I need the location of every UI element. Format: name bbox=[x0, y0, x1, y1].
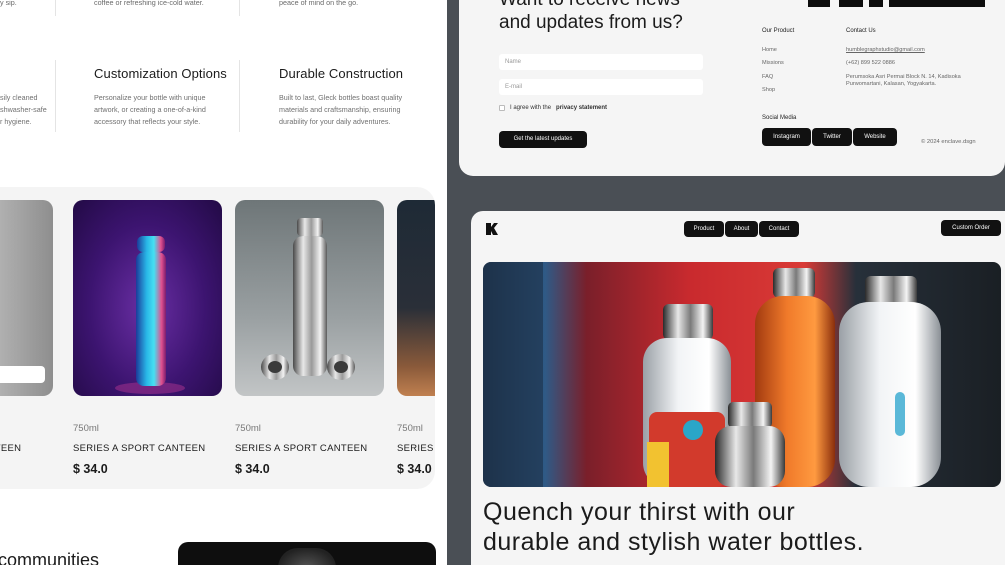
feature-desc-line: artwork, or creating a one-of-a-kind bbox=[94, 105, 206, 114]
community-image bbox=[178, 542, 436, 565]
contact-phone: (+62) 899 522 0886 bbox=[846, 60, 895, 66]
product-name: SERIES A bbox=[397, 443, 435, 454]
product-card[interactable]: t ANTEEN bbox=[0, 200, 53, 454]
tagline-line: Quench your thirst with our bbox=[483, 498, 796, 526]
website-button[interactable]: Website bbox=[853, 128, 897, 146]
product-card[interactable]: 750ml SERIES A SPORT CANTEEN $ 34.0 bbox=[235, 200, 384, 476]
privacy-link[interactable]: privacy statement bbox=[556, 105, 607, 111]
contact-address-line: Perumsoka Asri Permai Block N. 14, Kadis… bbox=[846, 74, 961, 80]
name-input[interactable]: Name bbox=[499, 54, 703, 70]
product-price: $ 34.0 bbox=[73, 462, 108, 476]
product-name: SERIES A SPORT CANTEEN bbox=[235, 443, 368, 454]
hero-page-panel: Product About Contact Custom Order Quenc… bbox=[471, 211, 1005, 565]
tagline-line: durable and stylish water bottles. bbox=[483, 528, 865, 556]
feature-desc-line: materials and craftsmanship, ensuring bbox=[279, 105, 401, 114]
feature-desc-2: Personalize your bottle with unique artw… bbox=[94, 92, 244, 128]
hero-bottles-image bbox=[483, 262, 1001, 487]
feature-desc-3: Built to last, Gleck bottles boast quali… bbox=[279, 92, 439, 128]
feature-desc-line: Built to last, Gleck bottles boast quali… bbox=[279, 93, 403, 102]
footer-wordmark-fragment bbox=[808, 0, 830, 7]
email-placeholder: E-mail bbox=[505, 84, 523, 90]
features-page-panel: y sip. coffee or refreshing ice-cold wat… bbox=[0, 0, 447, 565]
feature-desc-line: Personalize your bottle with unique bbox=[94, 93, 206, 102]
feature-desc-line: accessory that reflects your style. bbox=[94, 117, 201, 126]
contact-heading: Contact Us bbox=[846, 28, 876, 34]
product-price: $ 34.0 bbox=[235, 462, 270, 476]
email-input[interactable]: E-mail bbox=[499, 79, 703, 95]
product-image: t bbox=[0, 200, 53, 396]
card-action-button[interactable]: t bbox=[0, 366, 45, 383]
footer-link-shop[interactable]: Shop bbox=[762, 87, 775, 93]
feature-desc-line: durability for your daily adventures. bbox=[279, 117, 391, 126]
newsletter-footer-panel: Want to receive news and updates from us… bbox=[459, 0, 1005, 176]
nav-about[interactable]: About bbox=[725, 221, 758, 237]
footer-wordmark-fragment bbox=[839, 0, 863, 7]
product-size: 750ml bbox=[73, 423, 99, 434]
feature-top-text-2: coffee or refreshing ice-cold water. bbox=[94, 0, 204, 7]
newsletter-headline: Want to receive news and updates from us… bbox=[499, 0, 683, 34]
headline-line: Want to receive news bbox=[499, 0, 683, 11]
twitter-button[interactable]: Twitter bbox=[812, 128, 852, 146]
get-updates-button[interactable]: Get the latest updates bbox=[499, 131, 587, 148]
contact-address-line: Purwomartani, Kalasan, Yogyakarta. bbox=[846, 81, 937, 87]
social-heading: Social Media bbox=[762, 115, 797, 121]
name-placeholder: Name bbox=[505, 59, 522, 65]
product-name: SERIES A SPORT CANTEEN bbox=[73, 443, 206, 454]
brand-logo-icon[interactable] bbox=[485, 222, 499, 236]
product-price: $ 34.0 bbox=[397, 462, 432, 476]
feature-title-customization: Customization Options bbox=[94, 66, 227, 81]
divider bbox=[55, 0, 56, 16]
nav-contact[interactable]: Contact bbox=[759, 221, 799, 237]
copyright-text: © 2024 enclave.dsgn bbox=[921, 139, 976, 145]
product-size: 750ml bbox=[235, 423, 261, 434]
footer-link-faq[interactable]: FAQ bbox=[762, 74, 773, 80]
footer-wordmark-fragment bbox=[889, 0, 985, 7]
hero-image bbox=[483, 262, 1001, 487]
product-card[interactable]: 750ml SERIES A SPORT CANTEEN $ 34.0 bbox=[73, 200, 222, 476]
headline-line: and updates from us? bbox=[499, 12, 683, 33]
privacy-agreement[interactable]: I agree with the privacy statement bbox=[499, 105, 607, 111]
feature-title-durable: Durable Construction bbox=[279, 66, 404, 81]
our-product-heading: Our Product bbox=[762, 28, 795, 34]
product-card[interactable]: 750ml SERIES A $ 34.0 bbox=[397, 200, 435, 476]
product-image bbox=[397, 200, 435, 396]
footer-wordmark-fragment bbox=[869, 0, 883, 7]
instagram-button[interactable]: Instagram bbox=[762, 128, 811, 146]
agree-label: I agree with the bbox=[510, 105, 552, 111]
silver-bottle-icon bbox=[261, 218, 355, 380]
feature-top-text-3: peace of mind on the go. bbox=[279, 0, 359, 7]
blue-bottle-icon bbox=[115, 236, 185, 394]
footer-link-home[interactable]: Home bbox=[762, 47, 777, 53]
product-image bbox=[73, 200, 222, 396]
custom-order-button[interactable]: Custom Order bbox=[941, 220, 1001, 236]
product-carousel[interactable]: t ANTEEN bbox=[0, 187, 435, 489]
privacy-checkbox[interactable] bbox=[499, 105, 505, 111]
footer-link-missions[interactable]: Missions bbox=[762, 60, 784, 66]
communities-heading: communities bbox=[0, 550, 100, 565]
contact-email-link[interactable]: humblegraphstudio@gmail.com bbox=[846, 47, 925, 53]
hero-tagline: Quench your thirst with our durable and … bbox=[483, 497, 864, 557]
nav-product[interactable]: Product bbox=[684, 221, 724, 237]
product-name: ANTEEN bbox=[0, 443, 22, 454]
product-size: 750ml bbox=[397, 423, 423, 434]
feature-top-text-1: y sip. bbox=[0, 0, 17, 7]
divider bbox=[239, 0, 240, 16]
product-image bbox=[235, 200, 384, 396]
